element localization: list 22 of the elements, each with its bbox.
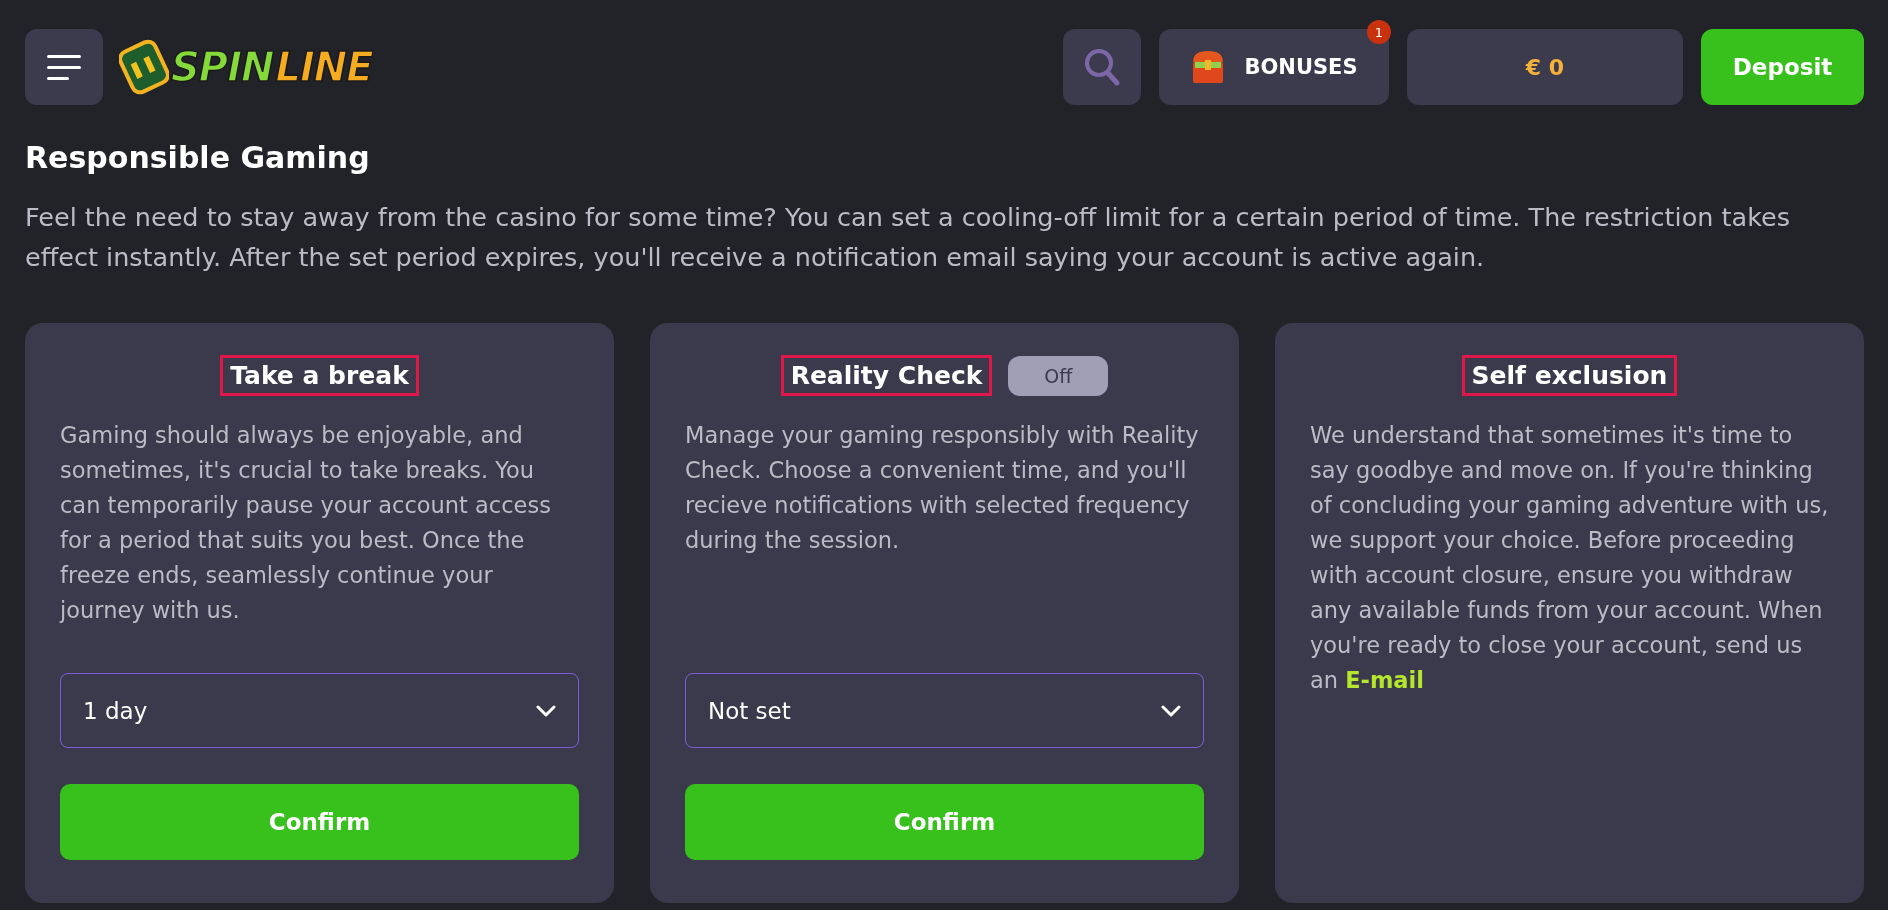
menu-button[interactable]: [25, 29, 103, 105]
card-text: Gaming should always be enjoyable, and sometimes, it's crucial to take breaks. You can temporarily pause your account access for a period that suits you best. Once the freeze ends, seamlessly continue your journey with us.: [60, 421, 552, 625]
notification-badge: 1: [1367, 20, 1391, 44]
card-title: Reality Check: [780, 355, 993, 396]
card-title: Self exclusion: [1461, 355, 1678, 396]
dropdown-select[interactable]: 1 day: [60, 673, 579, 748]
logo-text: SPIN: [171, 44, 274, 90]
menu-icon: [47, 54, 81, 80]
card-title: Take a break: [220, 355, 419, 396]
search-button[interactable]: [1063, 29, 1141, 105]
toggle-switch[interactable]: Off: [1008, 355, 1109, 396]
balance-button[interactable]: € 0: [1407, 29, 1683, 105]
intro-paragraph: Feel the need to stay away from the casino for some time? You can set a cooling-off limit for a certain period of time. The restriction takes effect instantly. After the set period expires, you'll receive a notification email saying your account is active again.: [25, 201, 1791, 274]
search-icon: [1083, 47, 1121, 87]
card-text: Manage your gaming responsibly with Reality Check. Choose a convenient time, and you'll recieve notifications with selected frequency during the session.: [685, 421, 1200, 555]
card-text: We understand that sometimes it's time to say goodbye and move on. If you're thinking of concluding your gaming adventure with us, we support your choice. Before proceeding with account closure, ensure you withdraw any available funds from your account. When you're ready to close your account, send us an E-mail: [1310, 421, 1829, 695]
page-title: Responsible Gaming: [25, 140, 371, 175]
chevron-down-icon: [1161, 704, 1181, 717]
dropdown-select[interactable]: Not set: [685, 673, 1204, 748]
email-link[interactable]: E-mail: [1345, 667, 1424, 693]
chevron-down-icon: [536, 704, 556, 717]
logo-text: LINE: [275, 44, 373, 90]
